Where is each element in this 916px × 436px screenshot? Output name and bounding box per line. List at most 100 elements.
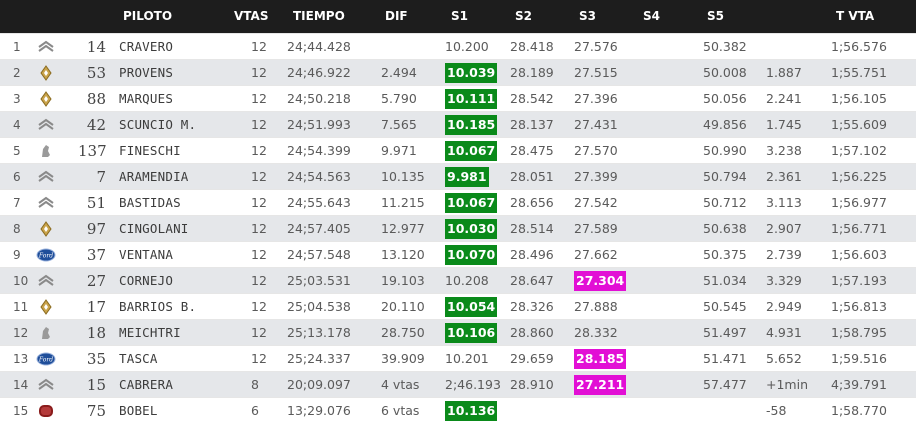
personal-best-badge: 10.039: [445, 63, 498, 83]
laps: 12: [251, 39, 267, 54]
sector-5: 51.471: [703, 351, 747, 366]
driver-name: FINESCHI: [119, 143, 181, 158]
driver-name: CORNEJO: [119, 273, 174, 288]
driver-name: CRAVERO: [119, 39, 174, 54]
table-row: 12 18 MEICHTRI 12 25;13.178 28.750 10.106 28.86…: [0, 319, 916, 345]
sector-3: 28.185: [574, 346, 627, 372]
sector-5: 50.375: [703, 247, 747, 262]
sector-1: 10.208: [445, 273, 489, 288]
sector-2: 28.418: [510, 39, 554, 54]
sector-5: 50.056: [703, 91, 747, 106]
sector-1: 10.185: [445, 112, 498, 138]
sector-1: 10.201: [445, 351, 489, 366]
ford-logo-icon: Ford: [36, 351, 56, 367]
best-lap: 1;56.771: [831, 221, 887, 236]
table-row: 3 88 MARQUES 12 24;50.218 5.790 10.111 28.542 27…: [0, 85, 916, 111]
laps: 6: [251, 403, 259, 418]
total-time: 24;46.922: [287, 65, 351, 80]
table-row: 11 17 BARRIOS B. 12 25;04.538 20.110 10.054 28.…: [0, 293, 916, 319]
best-lap: 1;56.603: [831, 247, 887, 262]
difference: 4 vtas: [381, 377, 420, 392]
table-row: 6 7 ARAMENDIA 12 24;54.563 10.135 9.981 28.051 2…: [0, 163, 916, 189]
position: 11: [13, 300, 29, 314]
total-time: 20;09.097: [287, 377, 351, 392]
laps: 12: [251, 247, 267, 262]
personal-best-badge: 10.070: [445, 245, 498, 265]
header-tiempo: TIEMPO: [293, 9, 345, 23]
sector-1: 10.106: [445, 320, 498, 346]
gap: 2.907: [766, 221, 802, 236]
difference: 19.103: [381, 273, 425, 288]
sector-5: 50.638: [703, 221, 747, 236]
position: 6: [13, 170, 21, 184]
laps: 12: [251, 65, 267, 80]
sector-1: 10.039: [445, 60, 498, 86]
position: 5: [13, 144, 21, 158]
difference: 7.565: [381, 117, 417, 132]
gap: 1.887: [766, 65, 802, 80]
renault-logo-icon: [36, 299, 56, 315]
laps: 12: [251, 351, 267, 366]
overall-best-badge: 27.304: [574, 271, 627, 291]
gap: 4.931: [766, 325, 802, 340]
driver-name: SCUNCIO M.: [119, 117, 197, 132]
personal-best-badge: 9.981: [445, 167, 489, 187]
car-number: 18: [86, 324, 106, 342]
sector-2: 28.910: [510, 377, 554, 392]
personal-best-badge: 10.136: [445, 401, 498, 421]
sector-3: 27.396: [574, 91, 618, 106]
difference: 39.909: [381, 351, 425, 366]
overall-best-badge: 28.185: [574, 349, 627, 369]
sector-5: 50.794: [703, 169, 747, 184]
sector-3: 28.332: [574, 325, 618, 340]
total-time: 13;29.076: [287, 403, 351, 418]
difference: 13.120: [381, 247, 425, 262]
best-lap: 1;57.102: [831, 143, 887, 158]
laps: 12: [251, 195, 267, 210]
gap: -58: [766, 403, 787, 418]
car-number: 37: [86, 246, 106, 264]
peugeot-logo-icon: [36, 143, 56, 159]
car-number: 53: [86, 64, 106, 82]
sector-3: 27.542: [574, 195, 618, 210]
best-lap: 1;56.225: [831, 169, 887, 184]
sector-1: 9.981: [445, 164, 489, 190]
position: 1: [13, 40, 21, 54]
best-lap: 4;39.791: [831, 377, 887, 392]
header-s2: S2: [515, 9, 532, 23]
sector-2: 28.860: [510, 325, 554, 340]
sector-3: 27.589: [574, 221, 618, 236]
laps: 12: [251, 273, 267, 288]
driver-name: MARQUES: [119, 91, 174, 106]
position: 9: [13, 248, 21, 262]
sector-5: 50.008: [703, 65, 747, 80]
sector-5: 57.477: [703, 377, 747, 392]
car-number: 75: [86, 402, 106, 420]
sector-1: 10.070: [445, 242, 498, 268]
header-piloto: PILOTO: [123, 9, 173, 23]
sector-2: 28.656: [510, 195, 554, 210]
citroen-logo-icon: [36, 377, 56, 393]
driver-name: CABRERA: [119, 377, 174, 392]
best-lap: 1;55.609: [831, 117, 887, 132]
gap: 1.745: [766, 117, 802, 132]
total-time: 24;44.428: [287, 39, 351, 54]
sector-3: 27.662: [574, 247, 618, 262]
sector-5: 51.497: [703, 325, 747, 340]
personal-best-badge: 10.054: [445, 297, 498, 317]
laps: 8: [251, 377, 259, 392]
difference: 2.494: [381, 65, 417, 80]
car-number: 88: [86, 90, 106, 108]
best-lap: 1;56.576: [831, 39, 887, 54]
sector-2: 28.514: [510, 221, 554, 236]
table-row: 15 75 BOBEL 6 13;29.076 6 vtas 10.136 -58 1;58.7…: [0, 397, 916, 423]
position: 10: [13, 274, 29, 288]
laps: 12: [251, 169, 267, 184]
citroen-logo-icon: [36, 169, 56, 185]
difference: 28.750: [381, 325, 425, 340]
personal-best-badge: 10.106: [445, 323, 498, 343]
sector-5: 49.856: [703, 117, 747, 132]
driver-name: VENTANA: [119, 247, 174, 262]
total-time: 25;13.178: [287, 325, 351, 340]
citroen-logo-icon: [36, 39, 56, 55]
